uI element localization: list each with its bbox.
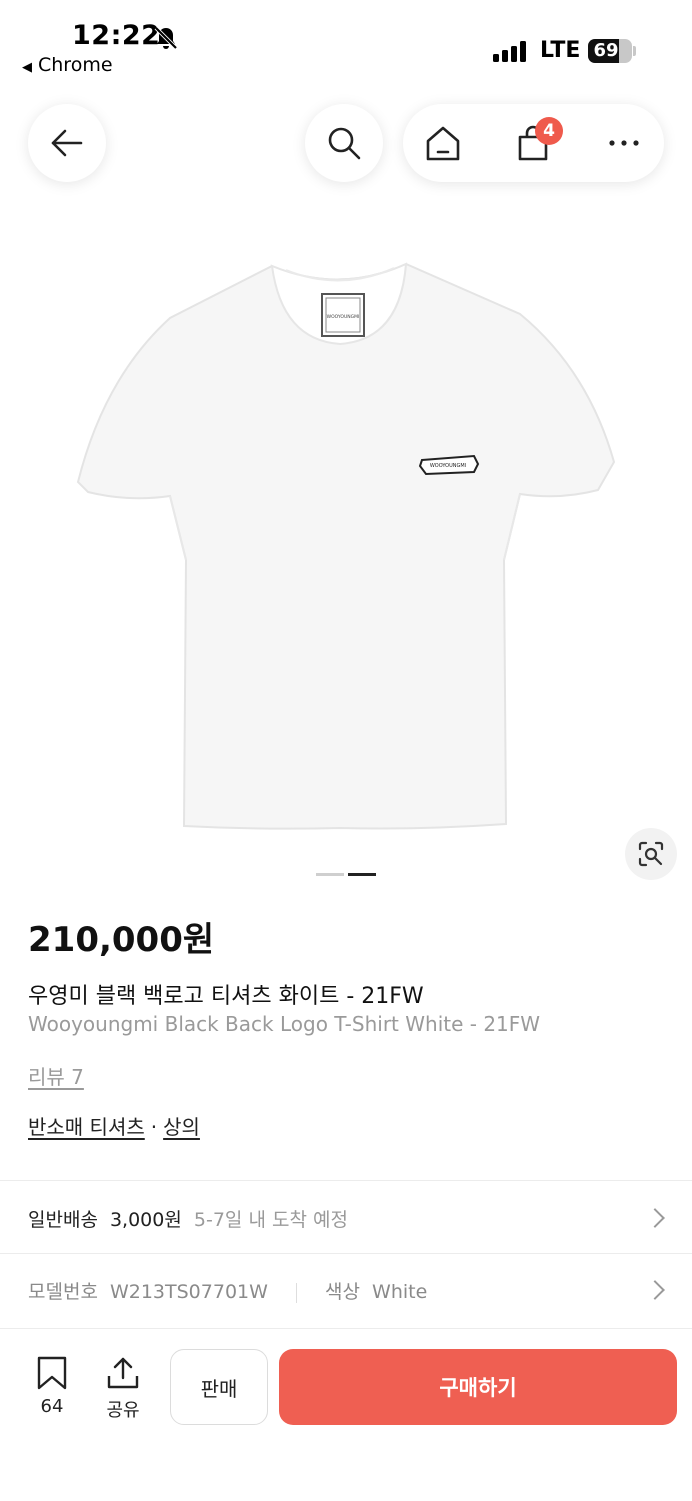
category-link-top[interactable]: 상의	[163, 1115, 200, 1139]
back-to-app-link[interactable]: ◀ Chrome	[22, 54, 113, 76]
battery-icon: 69	[588, 39, 632, 63]
shipping-row[interactable]: 일반배송 3,000원 5-7일 내 도착 예정	[0, 1181, 692, 1253]
back-button[interactable]	[28, 104, 106, 182]
image-search-button[interactable]	[625, 828, 677, 880]
chest-logo: WOOYOUNGMI	[430, 463, 466, 469]
shipping-eta: 5-7일 내 도착 예정	[193, 1209, 348, 1231]
search-button[interactable]	[305, 104, 383, 182]
share-label: 공유	[106, 1400, 140, 1421]
back-triangle-icon: ◀	[22, 60, 32, 75]
model-number-label: 모델번호	[28, 1281, 98, 1303]
network-type: LTE	[540, 38, 581, 63]
share-button[interactable]: 공유	[92, 1354, 154, 1426]
arrow-left-icon	[51, 129, 83, 157]
more-options-button[interactable]	[601, 120, 647, 166]
bookmark-icon	[37, 1356, 67, 1390]
share-icon	[107, 1357, 139, 1389]
neck-label-logo: WOOYOUNGMI	[327, 314, 360, 320]
bell-muted-icon	[154, 26, 178, 50]
chevron-right-icon	[645, 1280, 665, 1300]
gallery-dot-active[interactable]	[348, 873, 376, 876]
category-separator: ·	[150, 1115, 158, 1139]
shipping-fee: 3,000원	[109, 1209, 182, 1231]
search-icon	[328, 127, 361, 160]
bookmark-button[interactable]: 64	[22, 1354, 82, 1426]
product-name-korean: 우영미 블랙 백로고 티셔츠 화이트 - 21FW	[28, 984, 424, 1009]
bookmark-count: 64	[40, 1396, 64, 1417]
buy-button[interactable]: 구매하기	[279, 1349, 677, 1425]
cart-count-badge: 4	[535, 117, 563, 145]
home-icon	[426, 126, 460, 161]
product-details-row[interactable]: 모델번호 W213TS07701W 색상 White	[0, 1254, 692, 1326]
color-label: 색상	[325, 1281, 360, 1303]
category-breadcrumb: 반소매 티셔츠 · 상의	[28, 1111, 200, 1140]
cellular-signal-icon	[493, 40, 527, 62]
model-number-value: W213TS07701W	[109, 1281, 268, 1303]
review-link[interactable]: 리뷰 7	[28, 1061, 84, 1090]
back-app-label: Chrome	[38, 54, 113, 76]
details-separator	[295, 1282, 297, 1303]
battery-nub	[633, 46, 636, 56]
gallery-dot[interactable]	[316, 873, 344, 876]
shipping-label: 일반배송	[28, 1209, 98, 1231]
battery-level: 69	[593, 40, 619, 61]
category-link-short-sleeve[interactable]: 반소매 티셔츠	[28, 1115, 145, 1139]
color-value: White	[372, 1281, 428, 1303]
chevron-right-icon	[645, 1208, 665, 1228]
home-button[interactable]	[420, 120, 466, 166]
product-price: 210,000원	[28, 920, 215, 960]
product-name-english: Wooyoungmi Black Back Logo T-Shirt White…	[28, 1012, 541, 1036]
lens-scan-icon	[638, 841, 664, 867]
product-image[interactable]: WOOYOUNGMI WOOYOUNGMI	[0, 230, 692, 850]
status-time: 12:22	[72, 20, 161, 51]
more-dots-icon	[609, 140, 639, 146]
sell-button[interactable]: 판매	[170, 1349, 268, 1425]
